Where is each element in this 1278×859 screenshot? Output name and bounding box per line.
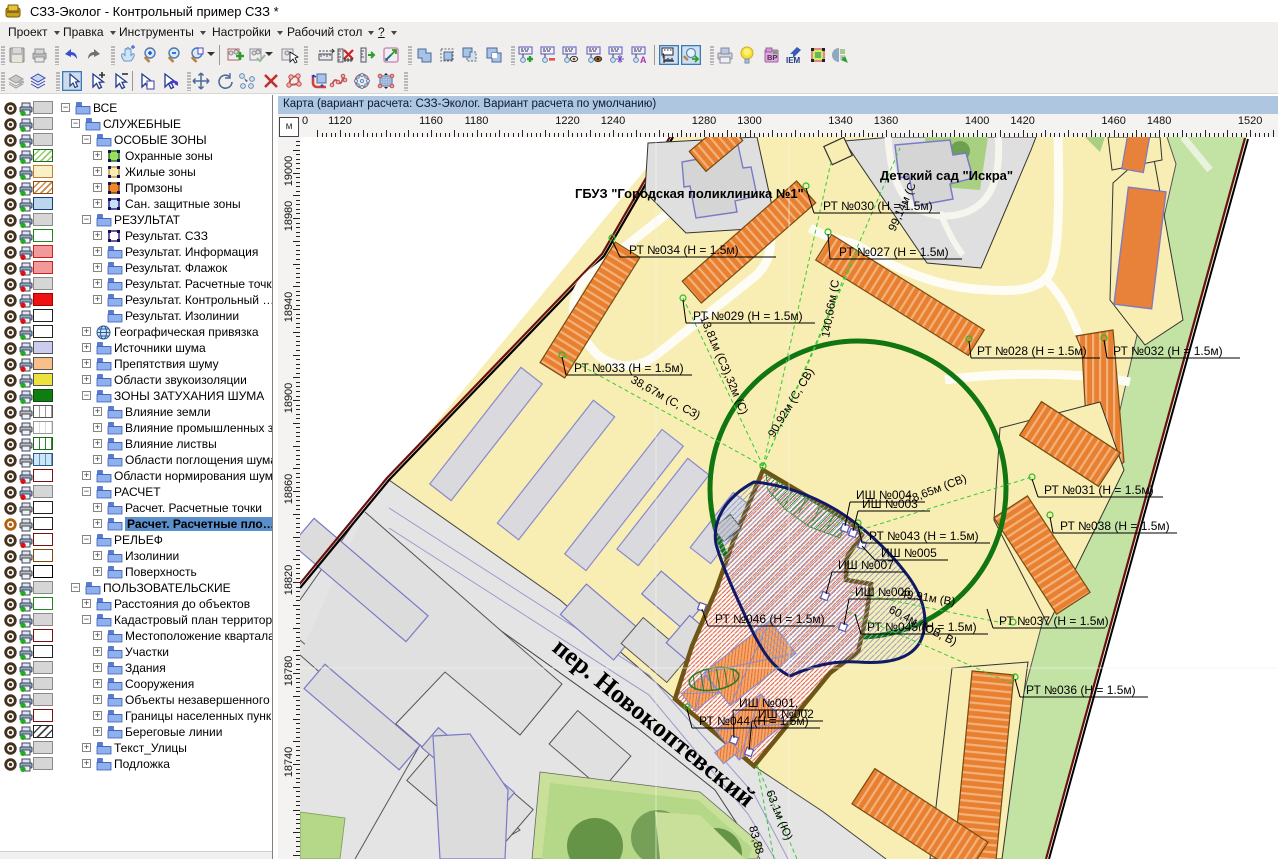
svg-text:BP: BP [767, 53, 777, 62]
svg-text:РТ №027 (Н = 1.5м): РТ №027 (Н = 1.5м) [839, 245, 949, 259]
svg-text:РТ №028 (Н = 1.5м): РТ №028 (Н = 1.5м) [977, 344, 1087, 358]
svg-text:РТ №043 (Н = 1.5м): РТ №043 (Н = 1.5м) [869, 529, 979, 543]
svg-text:A: A [640, 55, 647, 65]
svg-text:ИШ №007: ИШ №007 [838, 558, 894, 572]
svg-text:ГБУЗ "Городская поликлиника №1: ГБУЗ "Городская поликлиника №1" [575, 186, 804, 201]
svg-text:РТ №046 (Н = 1.5м): РТ №046 (Н = 1.5м) [715, 612, 825, 626]
svg-text:IEM: IEM [786, 56, 801, 65]
svg-text:ИШ №002: ИШ №002 [758, 707, 814, 721]
svg-text:РТ №033 (Н = 1.5м): РТ №033 (Н = 1.5м) [574, 361, 684, 375]
svg-text:РТ №037 (Н = 1.5м): РТ №037 (Н = 1.5м) [999, 614, 1109, 628]
svg-text:РТ №030 (Н = 1.5м): РТ №030 (Н = 1.5м) [823, 199, 933, 213]
svg-text:ИШ №003: ИШ №003 [862, 497, 918, 511]
svg-text:РТ №029 (Н = 1.5м): РТ №029 (Н = 1.5м) [693, 309, 803, 323]
svg-text:РТ №034 (Н = 1.5м): РТ №034 (Н = 1.5м) [629, 243, 739, 257]
svg-text:РТ №036 (Н = 1.5м): РТ №036 (Н = 1.5м) [1026, 683, 1136, 697]
svg-text:РТ №045 (Н = 1.5м): РТ №045 (Н = 1.5м) [867, 620, 977, 634]
svg-text:РТ №031 (Н = 1.5м): РТ №031 (Н = 1.5м) [1044, 483, 1154, 497]
svg-text:РТ №038 (Н = 1.5м): РТ №038 (Н = 1.5м) [1060, 519, 1170, 533]
svg-text:РТ №032 (Н = 1.5м): РТ №032 (Н = 1.5м) [1113, 344, 1223, 358]
svg-text:Детский сад "Искра": Детский сад "Искра" [880, 168, 1013, 183]
svg-text:ИШ №006: ИШ №006 [855, 585, 911, 599]
